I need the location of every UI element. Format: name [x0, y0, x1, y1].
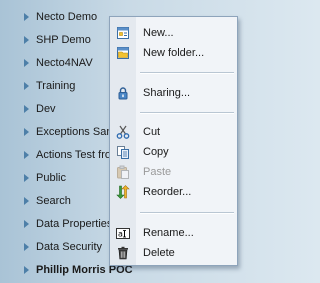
menu-item-copy[interactable]: Copy: [110, 142, 237, 162]
menu-item-sharing[interactable]: Sharing...: [110, 83, 237, 103]
tree-item-label: Data Security: [36, 241, 103, 253]
menu-separator: [140, 72, 234, 74]
reorder-icon: [116, 185, 130, 199]
tree-item-label: Data Properties: [36, 218, 113, 230]
tree-item-label: Training: [36, 80, 76, 92]
trash-icon: [116, 246, 130, 260]
scissors-icon: [116, 125, 130, 139]
expand-arrow-icon[interactable]: [24, 266, 29, 274]
menu-item-new[interactable]: New...: [110, 23, 237, 43]
tree-item-label: Dev: [36, 103, 56, 115]
menu-item-label: Reorder...: [143, 186, 192, 198]
paste-icon: [116, 165, 130, 179]
expand-arrow-icon[interactable]: [24, 151, 29, 159]
expand-arrow-icon[interactable]: [24, 82, 29, 90]
menu-item-reorder[interactable]: Reorder...: [110, 182, 237, 202]
menu-item-paste[interactable]: Paste: [110, 162, 237, 182]
tree-item-label: Necto4NAV: [36, 57, 93, 69]
menu-item-label: Sharing...: [143, 87, 191, 99]
menu-separator: [140, 112, 234, 114]
menu-item-label: Copy: [143, 146, 169, 158]
menu-item-new-folder[interactable]: New folder...: [110, 43, 237, 63]
expand-arrow-icon[interactable]: [24, 13, 29, 21]
tree-item-label: Public: [36, 172, 66, 184]
tree-item-label: Exceptions San: [36, 126, 113, 138]
menu-item-label: Cut: [143, 126, 161, 138]
menu-item-label: New...: [143, 27, 174, 39]
tree-item-label: Necto Demo: [36, 11, 98, 23]
expand-arrow-icon[interactable]: [24, 174, 29, 182]
expand-arrow-icon[interactable]: [24, 197, 29, 205]
tree-item-label: Actions Test fro: [36, 149, 111, 161]
menu-item-label: Rename...: [143, 227, 194, 239]
tree-item-label: Search: [36, 195, 71, 207]
svg-text:a: a: [118, 230, 123, 239]
menu-item-label: Paste: [143, 166, 172, 178]
expand-arrow-icon[interactable]: [24, 36, 29, 44]
sharing-lock-icon: [116, 86, 130, 100]
expand-arrow-icon[interactable]: [24, 128, 29, 136]
menu-item-label: Delete: [143, 247, 175, 259]
expand-arrow-icon[interactable]: [24, 105, 29, 113]
menu-separator: [140, 212, 234, 214]
new-folder-icon: [116, 46, 130, 60]
context-menu: New... New folder... Sharing... Cut Copy…: [109, 16, 238, 266]
menu-item-cut[interactable]: Cut: [110, 122, 237, 142]
expand-arrow-icon[interactable]: [24, 59, 29, 67]
menu-item-rename[interactable]: a Rename...: [110, 223, 237, 243]
new-item-icon: [116, 26, 130, 40]
menu-item-label: New folder...: [143, 47, 205, 59]
tree-item-label: SHP Demo: [36, 34, 91, 46]
rename-icon: a: [116, 226, 130, 240]
expand-arrow-icon[interactable]: [24, 220, 29, 228]
menu-item-delete[interactable]: Delete: [110, 243, 237, 263]
copy-icon: [116, 145, 130, 159]
expand-arrow-icon[interactable]: [24, 243, 29, 251]
